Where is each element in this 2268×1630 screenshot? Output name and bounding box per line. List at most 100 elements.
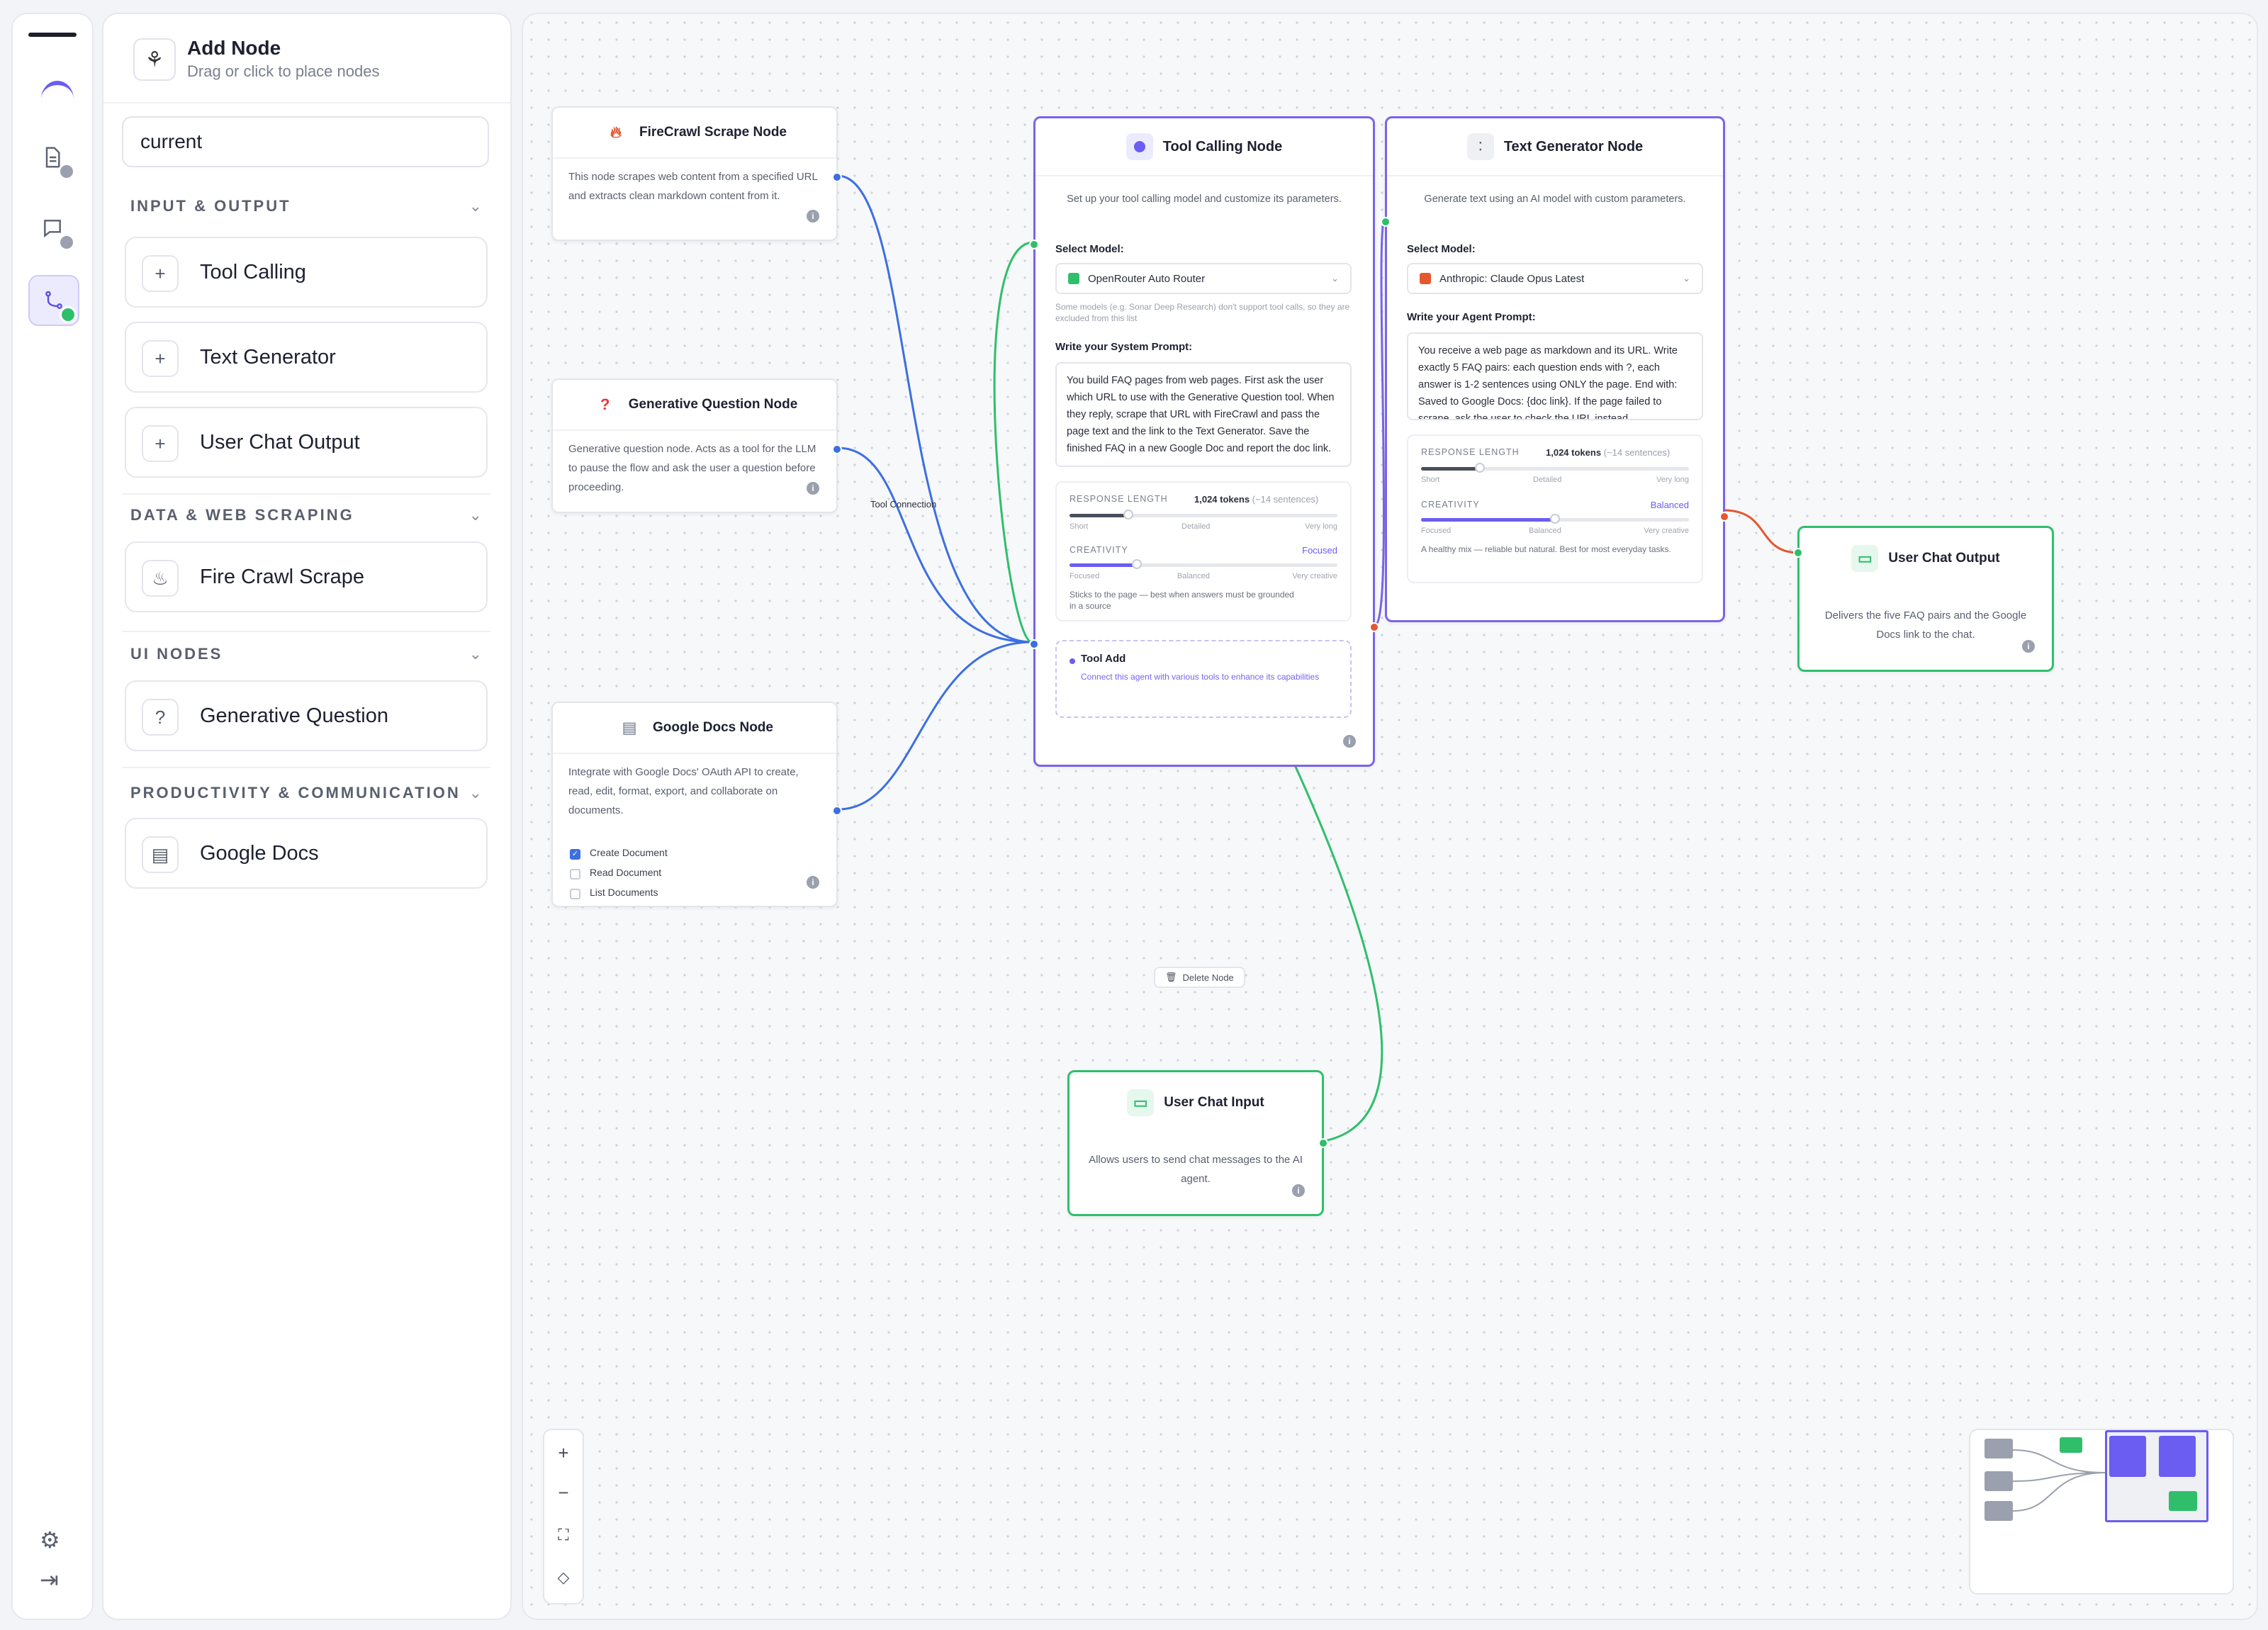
user-chat-output-node[interactable]: ▭ User Chat Output Delivers the five FAQ … xyxy=(1793,526,2054,672)
user-chat-input-node[interactable]: ▭ User Chat Input Allows users to send ch… xyxy=(1067,1070,1328,1216)
output-port[interactable] xyxy=(832,172,842,182)
output-port[interactable] xyxy=(832,444,842,454)
zoom-in-icon[interactable]: + xyxy=(544,1433,583,1473)
model-color-icon xyxy=(1068,273,1079,284)
option-label: List Documents xyxy=(590,887,658,898)
tool-add-zone[interactable]: Tool Add Connect this agent with various… xyxy=(1055,640,1352,718)
edge-textgen-output[interactable] xyxy=(1723,509,1800,554)
chevron-down-icon[interactable]: ⌄ xyxy=(469,506,482,524)
logo-icon xyxy=(41,81,74,118)
model-select[interactable]: Anthropic: Claude Opus Latest ⌄ xyxy=(1407,263,1703,294)
model-color-icon xyxy=(1420,273,1431,284)
edge-tool-textgen[interactable] xyxy=(1374,218,1386,626)
info-icon[interactable]: i xyxy=(1343,735,1356,748)
tool-port[interactable] xyxy=(1029,639,1039,649)
info-icon[interactable]: i xyxy=(2022,640,2035,653)
node-item-text-generator[interactable]: + Text Generator xyxy=(125,322,488,393)
edge-label: Tool Connection xyxy=(870,499,937,510)
tool-calling-node[interactable]: Tool Calling Node Set up your tool calli… xyxy=(1029,116,1379,767)
node-item-fire-crawl-scrape[interactable]: ♨ Fire Crawl Scrape xyxy=(125,541,488,612)
slider-handle[interactable] xyxy=(1475,463,1486,473)
item-label: Google Docs xyxy=(200,842,319,865)
output-port[interactable] xyxy=(1369,622,1379,632)
system-prompt-textarea[interactable]: You build FAQ pages from web pages. Firs… xyxy=(1055,362,1352,467)
section-input-output[interactable]: INPUT & OUTPUT xyxy=(130,197,291,215)
tick-label: Balanced xyxy=(1177,572,1210,580)
creativity-slider[interactable] xyxy=(1070,559,1337,569)
output-port[interactable] xyxy=(1318,1138,1328,1148)
create-document-checkbox[interactable]: ✓ xyxy=(570,849,580,860)
tool-add-title: Tool Add xyxy=(1081,653,1126,665)
node-item-tool-calling[interactable]: + Tool Calling xyxy=(125,237,488,308)
input-port[interactable] xyxy=(1029,240,1039,249)
tick-label: Balanced xyxy=(1529,527,1561,535)
chevron-down-icon[interactable]: ⌄ xyxy=(469,784,482,802)
chevron-down-icon[interactable]: ⌄ xyxy=(469,645,482,663)
section-productivity-communication[interactable]: PRODUCTIVITY & COMMUNICATION xyxy=(130,784,461,802)
chat-nav-button[interactable] xyxy=(28,204,77,252)
node-title: Tool Calling Node xyxy=(1162,138,1283,154)
item-label: Text Generator xyxy=(200,346,336,369)
tick-label: Very long xyxy=(1656,476,1689,484)
fit-view-icon[interactable]: ⛶ xyxy=(544,1515,583,1555)
minimap[interactable] xyxy=(1969,1429,2234,1595)
tick-label: Very creative xyxy=(1644,527,1689,535)
documents-nav-button[interactable] xyxy=(28,133,77,181)
model-select[interactable]: OpenRouter Auto Router ⌄ xyxy=(1055,263,1352,294)
slider-handle[interactable] xyxy=(1550,514,1560,524)
menu-icon[interactable] xyxy=(28,33,77,37)
slider-handle[interactable] xyxy=(1123,510,1134,519)
response-length-value: 1,024 tokens xyxy=(1546,447,1602,458)
node-item-generative-question[interactable]: ? Generative Question xyxy=(125,680,488,751)
list-documents-checkbox[interactable] xyxy=(570,889,580,899)
creativity-slider[interactable] xyxy=(1421,514,1689,524)
minimap-node xyxy=(1984,1501,2013,1521)
search-input[interactable] xyxy=(122,116,489,167)
output-port[interactable] xyxy=(832,806,842,816)
delete-node-button[interactable]: 🗑︎ Delete Node xyxy=(1154,967,1245,988)
input-port[interactable] xyxy=(1793,548,1803,558)
response-length-slider[interactable] xyxy=(1070,510,1337,519)
input-port[interactable] xyxy=(1381,217,1391,227)
edge-genq-tool[interactable] xyxy=(837,446,1033,643)
zoom-controls: + − ⛶ ◇ xyxy=(543,1429,584,1604)
flow-canvas[interactable]: 🔥︎ FireCrawl Scrape Node This node scrape… xyxy=(522,13,2258,1620)
node-title: Text Generator Node xyxy=(1503,138,1644,154)
node-item-user-chat-output[interactable]: + User Chat Output xyxy=(125,407,488,478)
section-ui-nodes[interactable]: UI NODES xyxy=(130,645,223,663)
info-icon[interactable]: i xyxy=(807,482,819,495)
node-title: Google Docs Node xyxy=(653,720,773,735)
node-item-google-docs[interactable]: ▤ Google Docs xyxy=(125,818,488,889)
edge-chat-tool-in[interactable] xyxy=(993,241,1034,643)
slider-handle[interactable] xyxy=(1131,559,1142,569)
edge-firecrawl-tool[interactable] xyxy=(837,174,1033,643)
info-icon[interactable]: i xyxy=(1292,1184,1305,1197)
question-icon: ? xyxy=(600,395,610,413)
info-icon[interactable]: i xyxy=(807,876,819,889)
lock-icon[interactable]: ◇ xyxy=(544,1558,583,1597)
flame-icon: 🔥︎ xyxy=(610,123,622,141)
divider xyxy=(122,631,490,632)
info-icon[interactable]: i xyxy=(807,210,819,223)
google-docs-node[interactable]: ▤ Google Docs Node Integrate with Google … xyxy=(551,702,842,907)
firecrawl-node[interactable]: 🔥︎ FireCrawl Scrape Node This node scrape… xyxy=(551,106,842,241)
settings-icon[interactable]: ⚙ xyxy=(40,1527,60,1553)
minimap-node xyxy=(2159,1436,2196,1477)
output-port[interactable] xyxy=(1719,512,1729,522)
tick-label: Focused xyxy=(1421,527,1452,535)
read-document-checkbox[interactable] xyxy=(570,869,580,879)
edge-gdocs-tool[interactable] xyxy=(837,641,1033,811)
workflow-nav-button[interactable] xyxy=(28,275,79,326)
zoom-out-icon[interactable]: − xyxy=(544,1473,583,1512)
node-title: Generative Question Node xyxy=(628,397,798,412)
text-generator-node[interactable]: ⁚ Text Generator Node Generate text using… xyxy=(1381,116,1729,622)
node-description: Generative question node. Acts as a tool… xyxy=(568,443,816,493)
tick-label: Focused xyxy=(1070,572,1100,580)
section-data-web-scraping[interactable]: DATA & WEB SCRAPING xyxy=(130,506,354,524)
agent-prompt-textarea[interactable]: You receive a web page as markdown and i… xyxy=(1407,332,1703,420)
model-settings: RESPONSE LENGTH 1,024 tokens (~14 senten… xyxy=(1055,481,1352,622)
generative-question-node[interactable]: ? Generative Question Node Generative que… xyxy=(551,378,842,513)
response-length-slider[interactable] xyxy=(1421,463,1689,473)
chevron-down-icon[interactable]: ⌄ xyxy=(469,197,482,215)
logout-icon[interactable]: ⇥ xyxy=(40,1566,59,1593)
